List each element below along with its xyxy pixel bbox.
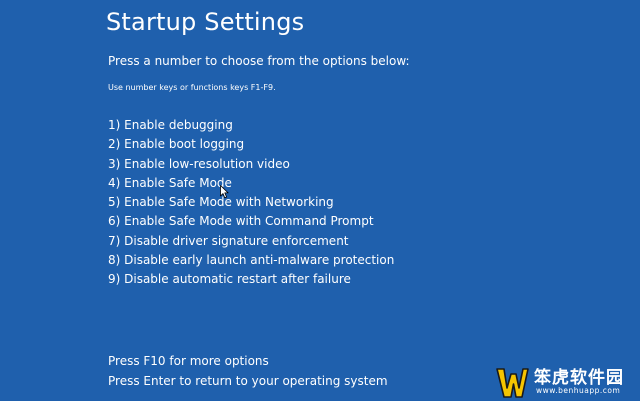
hint-text: Use number keys or functions keys F1-F9. [108, 83, 276, 92]
option-enable-boot-logging[interactable]: 2) Enable boot logging [108, 135, 394, 154]
instruction-text: Press a number to choose from the option… [108, 54, 410, 68]
footer-instructions: Press F10 for more options Press Enter t… [108, 352, 388, 391]
option-enable-safe-mode[interactable]: 4) Enable Safe Mode [108, 174, 394, 193]
page-title: Startup Settings [106, 8, 305, 36]
option-enable-debugging[interactable]: 1) Enable debugging [108, 116, 394, 135]
watermark-url: www.benhuapp.com [536, 386, 621, 395]
option-enable-low-resolution-video[interactable]: 3) Enable low-resolution video [108, 155, 394, 174]
watermark-name: 笨虎软件园 [534, 368, 624, 388]
return-to-os-text[interactable]: Press Enter to return to your operating … [108, 372, 388, 392]
startup-options-list: 1) Enable debugging 2) Enable boot loggi… [108, 116, 394, 290]
option-safe-mode-networking[interactable]: 5) Enable Safe Mode with Networking [108, 193, 394, 212]
option-safe-mode-command-prompt[interactable]: 6) Enable Safe Mode with Command Prompt [108, 212, 394, 231]
startup-settings-screen: Startup Settings Press a number to choos… [0, 0, 640, 401]
option-disable-auto-restart[interactable]: 9) Disable automatic restart after failu… [108, 270, 394, 289]
more-options-text[interactable]: Press F10 for more options [108, 352, 388, 372]
site-watermark: 笨虎软件园 www.benhuapp.com [492, 362, 640, 401]
mouse-pointer-icon [220, 185, 229, 199]
option-disable-anti-malware[interactable]: 8) Disable early launch anti-malware pro… [108, 251, 394, 270]
benhu-logo-icon [496, 368, 529, 398]
option-disable-driver-signature[interactable]: 7) Disable driver signature enforcement [108, 232, 394, 251]
